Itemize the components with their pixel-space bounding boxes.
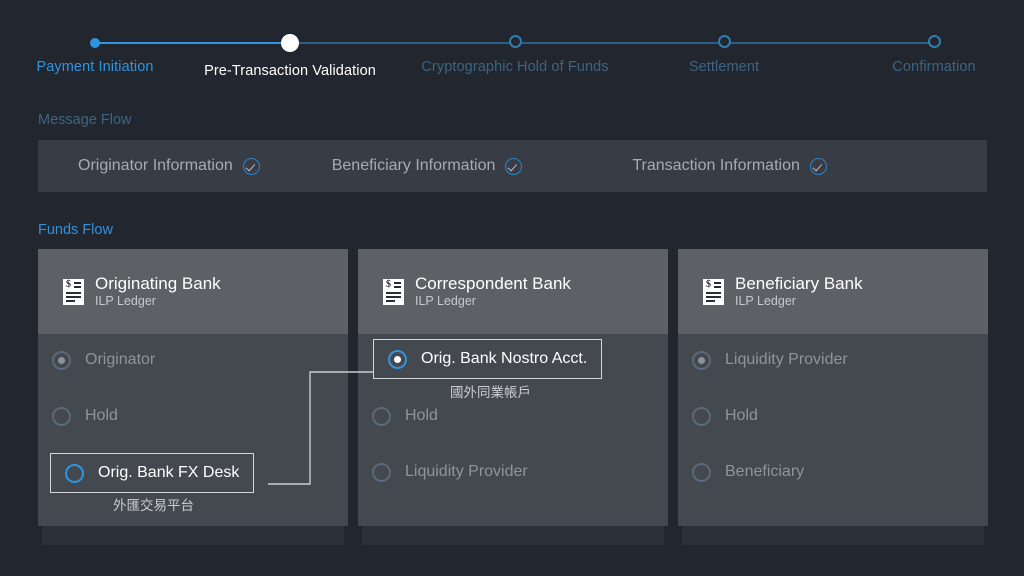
funds-node-liquidity-provider[interactable]: Liquidity Provider xyxy=(678,341,862,379)
bank-subtitle-1: ILP Ledger xyxy=(415,294,476,308)
funds-node-label-0-0: Originator xyxy=(85,351,156,368)
funds-node-label-0-1: Hold xyxy=(85,407,118,424)
bank-header-correspondent-bank: $ Correspondent Bank ILP Ledger xyxy=(358,249,668,334)
radio-icon-empty xyxy=(692,406,711,426)
funds-node-hold[interactable]: Hold xyxy=(38,397,132,435)
radio-icon-empty-active xyxy=(65,463,84,483)
ledger-document-icon: $ xyxy=(63,278,84,305)
funds-node-cjk-0-2: 外匯交易平台 xyxy=(113,498,194,513)
bank-name-0: Originating Bank xyxy=(95,274,221,293)
radio-icon-filled xyxy=(692,350,711,370)
funds-node-orig-bank-nostro-acct[interactable]: Orig. Bank Nostro Acct. xyxy=(373,339,603,379)
funds-node-label-1-0: Orig. Bank Nostro Acct. xyxy=(421,350,588,367)
funds-node-originator[interactable]: Originator xyxy=(38,341,169,379)
radio-icon-empty xyxy=(692,462,711,482)
bank-body-originating-bank: Originator Hold Orig. Bank FX Desk 外匯交易平… xyxy=(38,334,348,526)
funds-node-orig-bank-fx-desk[interactable]: Orig. Bank FX Desk xyxy=(50,453,255,493)
funds-node-hold[interactable]: Hold xyxy=(358,397,452,435)
funds-node-cjk-1-0: 國外同業帳戶 xyxy=(450,385,531,400)
funds-node-label-2-1: Hold xyxy=(725,407,758,424)
bank-column-beneficiary-bank: $ Beneficiary Bank ILP Ledger Liquidity … xyxy=(678,249,988,545)
bank-body-correspondent-bank: Orig. Bank Nostro Acct. 國外同業帳戶 Hold Liqu… xyxy=(358,334,668,526)
bank-body-beneficiary-bank: Liquidity Provider Hold Beneficiary xyxy=(678,334,988,526)
funds-node-liquidity-provider[interactable]: Liquidity Provider xyxy=(358,453,542,491)
radio-icon-empty xyxy=(52,406,71,426)
funds-flow-area: $ Originating Bank ILP Ledger Originator… xyxy=(0,0,1024,576)
bank-header-originating-bank: $ Originating Bank ILP Ledger xyxy=(38,249,348,334)
bank-subtitle-0: ILP Ledger xyxy=(95,294,156,308)
bank-name-1: Correspondent Bank xyxy=(415,274,571,293)
radio-icon-empty xyxy=(372,406,391,426)
ledger-document-icon: $ xyxy=(703,278,724,305)
funds-node-label-0-2: Orig. Bank FX Desk xyxy=(98,464,240,481)
bank-column-correspondent-bank: $ Correspondent Bank ILP Ledger Orig. Ba… xyxy=(358,249,668,545)
radio-icon-filled xyxy=(52,350,71,370)
funds-node-label-2-0: Liquidity Provider xyxy=(725,351,848,368)
funds-node-label-2-2: Beneficiary xyxy=(725,463,805,480)
ledger-document-icon: $ xyxy=(383,278,404,305)
funds-node-label-1-2: Liquidity Provider xyxy=(405,463,528,480)
bank-subtitle-2: ILP Ledger xyxy=(735,294,796,308)
funds-node-hold[interactable]: Hold xyxy=(678,397,772,435)
bank-header-beneficiary-bank: $ Beneficiary Bank ILP Ledger xyxy=(678,249,988,334)
funds-node-beneficiary[interactable]: Beneficiary xyxy=(678,453,818,491)
radio-icon-empty xyxy=(372,462,391,482)
bank-column-originating-bank: $ Originating Bank ILP Ledger Originator… xyxy=(38,249,348,545)
funds-node-label-1-1: Hold xyxy=(405,407,438,424)
bank-name-2: Beneficiary Bank xyxy=(735,274,863,293)
radio-icon-filled-active xyxy=(388,349,407,369)
